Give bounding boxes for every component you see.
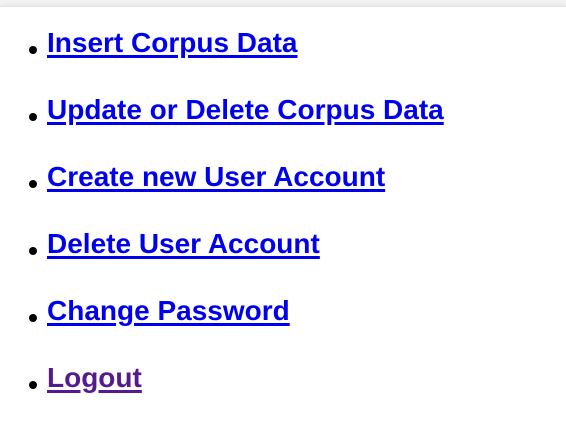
admin-menu-panel: Insert Corpus Data Update or Delete Corp… [0, 6, 566, 426]
menu-item-update-delete-corpus-data: Update or Delete Corpus Data [0, 86, 566, 126]
update-delete-corpus-data-link[interactable]: Update or Delete Corpus Data [47, 94, 444, 126]
delete-user-account-link[interactable]: Delete User Account [47, 228, 320, 260]
insert-corpus-data-link[interactable]: Insert Corpus Data [47, 27, 298, 59]
bullet-icon [29, 314, 37, 322]
create-user-account-link[interactable]: Create new User Account [47, 161, 385, 193]
change-password-link[interactable]: Change Password [47, 295, 290, 327]
bullet-icon [29, 113, 37, 121]
menu-item-change-password: Change Password [0, 287, 566, 327]
menu-item-logout: Logout [0, 354, 566, 394]
bullet-icon [29, 180, 37, 188]
menu-item-insert-corpus-data: Insert Corpus Data [0, 19, 566, 59]
menu-item-delete-user-account: Delete User Account [0, 220, 566, 260]
menu-item-create-user-account: Create new User Account [0, 153, 566, 193]
bullet-icon [29, 46, 37, 54]
bullet-icon [29, 381, 37, 389]
bullet-icon [29, 247, 37, 255]
logout-link[interactable]: Logout [47, 362, 142, 394]
